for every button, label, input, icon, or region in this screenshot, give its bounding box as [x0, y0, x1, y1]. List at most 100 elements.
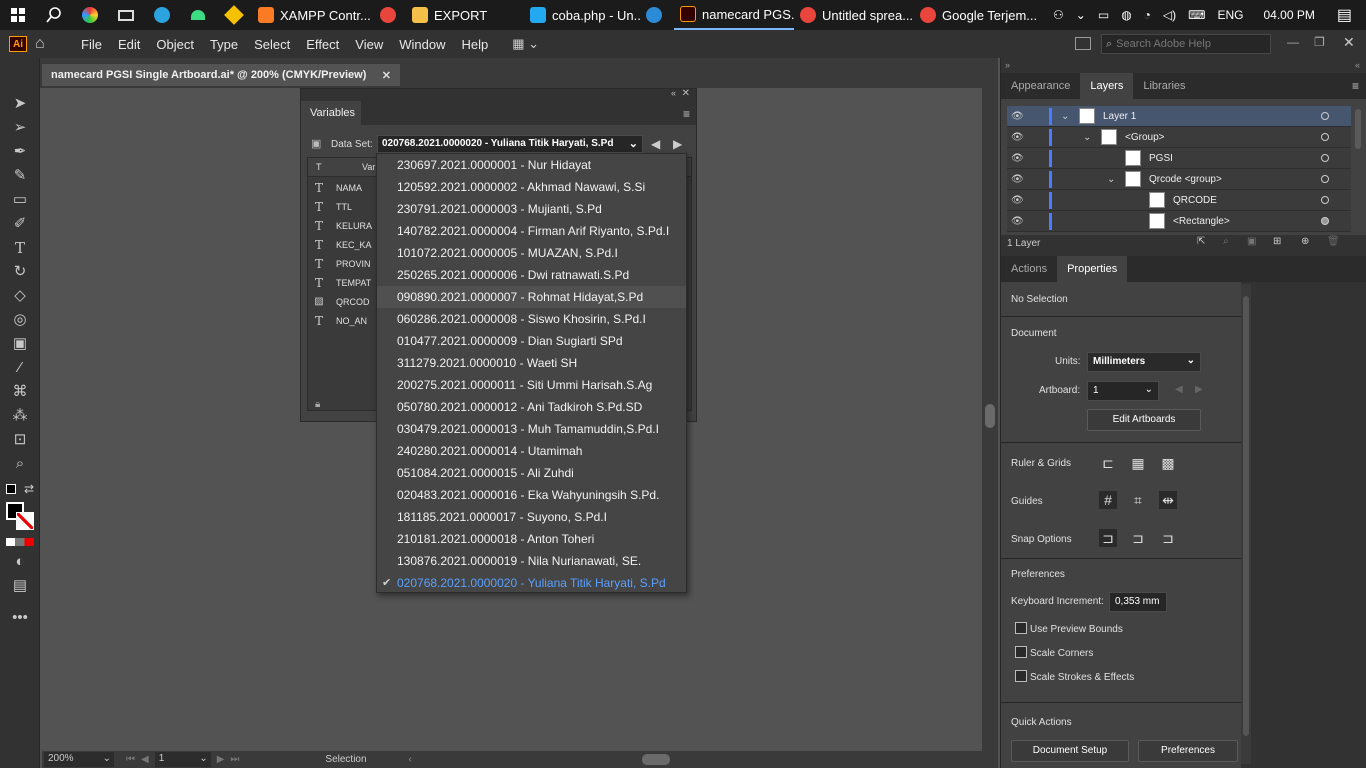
horizontal-scroll-thumb[interactable] [641, 754, 670, 765]
variable-row-kecamatan[interactable]: T KEC_KA [308, 235, 378, 254]
variable-row-kelurahan[interactable]: T KELURA [308, 216, 378, 235]
dataset-option-hovered[interactable]: 090890.2021.0000007 - Rohmat Hidayat,S.P… [377, 286, 686, 308]
scroll-thumb[interactable] [985, 404, 995, 428]
home-icon[interactable]: ⌂ [35, 36, 57, 52]
menu-type[interactable]: Type [202, 37, 246, 52]
visibility-eye-icon[interactable]: 👁︎ [1011, 195, 1024, 206]
new-layer-icon[interactable]: ⊕ [1301, 236, 1309, 247]
pen-tool-icon[interactable]: ✒ [10, 142, 30, 162]
use-preview-bounds-checkbox[interactable] [1015, 622, 1027, 634]
last-artboard-icon[interactable]: ⏭ [230, 754, 239, 765]
dataset-option[interactable]: 200275.2021.0000011 - Siti Ummi Harisah.… [377, 374, 686, 396]
variable-row-no-anggota[interactable]: T NO_AN [308, 311, 378, 330]
prev-artboard-icon[interactable]: ◀ [1175, 384, 1183, 395]
layer-row-group[interactable]: 👁︎ ⌄ <Group> [1007, 127, 1351, 148]
units-select[interactable]: Millimeters ⌄ [1087, 352, 1201, 372]
android-icon[interactable] [180, 0, 216, 30]
notification-icon[interactable]: ▤ [1337, 5, 1352, 25]
close-icon[interactable]: ✕ [1343, 34, 1355, 51]
target-circle-icon[interactable] [1321, 112, 1329, 120]
network-icon[interactable]: ◍ [1121, 8, 1131, 22]
locate-object-icon[interactable]: ⌕ [1223, 236, 1229, 247]
selection-tool-icon[interactable]: ➤ [10, 94, 30, 114]
type-column-header[interactable]: T [316, 162, 322, 172]
dataset-select[interactable]: 020768.2021.0000020 - Yuliana Titik Hary… [377, 135, 643, 153]
dataset-option[interactable]: 060286.2021.0000008 - Siswo Khosirin, S.… [377, 308, 686, 330]
snap-to-pixel-icon[interactable]: ⊐ [1129, 529, 1147, 547]
gradient-tool-icon[interactable]: ▣ [10, 334, 30, 354]
menu-help[interactable]: Help [453, 37, 496, 52]
first-artboard-icon[interactable]: ⏮ [126, 754, 135, 765]
scale-strokes-checkbox[interactable] [1015, 670, 1027, 682]
lock-icon[interactable]: 🔒︎ [315, 399, 320, 410]
menu-window[interactable]: Window [391, 37, 453, 52]
panel-menu-icon[interactable]: ≡ [1352, 79, 1359, 93]
color-app-icon[interactable] [72, 0, 108, 30]
capture-dataset-icon[interactable]: ▣ [311, 137, 321, 150]
help-search-input[interactable]: ⌕ Search Adobe Help [1101, 34, 1271, 54]
menu-edit[interactable]: Edit [110, 37, 148, 52]
artboard-number-select[interactable]: 1 ⌄ [154, 752, 211, 767]
export-icon[interactable]: ⇱ [1197, 236, 1205, 247]
workspace-switcher-icon[interactable]: ▦ ⌄ [512, 36, 539, 52]
taskbar-app-illustrator[interactable]: namecard PGS... [674, 0, 794, 30]
taskbar-app-xampp[interactable]: XAMPP Contr... [252, 0, 374, 30]
expand-arrow-icon[interactable]: ⌄ [1107, 174, 1115, 185]
clipping-mask-icon[interactable]: ▣ [1247, 236, 1256, 247]
visibility-eye-icon[interactable]: 👁︎ [1011, 111, 1024, 122]
screen-mode-icon[interactable]: ▤ [10, 576, 30, 596]
default-colors-icon[interactable] [6, 484, 16, 494]
visibility-eye-icon[interactable]: 👁︎ [1011, 132, 1024, 143]
variable-column-header[interactable]: Var [362, 162, 375, 172]
vertical-scrollbar[interactable] [982, 88, 998, 751]
taskbar-app-translate[interactable]: Google Terjem... [914, 0, 1038, 30]
layer-row-rectangle[interactable]: 👁︎ <Rectangle> [1007, 211, 1351, 232]
zoom-tool-icon[interactable]: ⌕ [10, 454, 30, 474]
dataset-option[interactable]: 250265.2021.0000006 - Dwi ratnawati.S.Pd [377, 264, 686, 286]
dataset-option[interactable]: 030479.2021.0000013 - Muh Tamamuddin,S.P… [377, 418, 686, 440]
close-panel-icon[interactable]: ✕ [682, 88, 690, 99]
guides-icon[interactable]: # [1099, 491, 1117, 509]
artboard-tool-icon[interactable]: ⊡ [10, 430, 30, 450]
prev-dataset-icon[interactable]: ◀ [651, 137, 660, 151]
collapse-panel-icon[interactable]: « [671, 88, 676, 98]
new-sublayer-icon[interactable]: ⊞ [1273, 236, 1281, 247]
restore-icon[interactable]: ❐ [1314, 35, 1325, 49]
zoom-select[interactable]: 200% ⌄ [44, 752, 114, 767]
layer-row-qrcode[interactable]: 👁︎ QRCODE [1007, 190, 1351, 211]
color-mode-icons[interactable] [6, 538, 34, 546]
target-circle-icon[interactable] [1321, 196, 1329, 204]
dataset-option[interactable]: 120592.2021.0000002 - Akhmad Nawawi, S.S… [377, 176, 686, 198]
close-tab-icon[interactable]: ✕ [382, 69, 391, 82]
variable-row-nama[interactable]: T NAMA [308, 178, 378, 197]
document-tab[interactable]: namecard PGSI Single Artboard.ai* @ 200%… [42, 64, 400, 86]
tray-chevron-icon[interactable]: ⌄ [1076, 8, 1086, 22]
gem-app-icon[interactable] [216, 0, 252, 30]
artboard-select[interactable]: 1 ⌄ [1087, 381, 1159, 401]
properties-scrollbar[interactable] [1241, 284, 1251, 764]
expand-arrow-icon[interactable]: ⌄ [1083, 132, 1091, 143]
curvature-tool-icon[interactable]: ✎ [10, 166, 30, 186]
eyedropper-tool-icon[interactable]: ⁄ [10, 358, 30, 378]
taskbar-app-sheets[interactable]: Untitled sprea... [794, 0, 914, 30]
dataset-option[interactable]: 210181.2021.0000018 - Anton Toheri [377, 528, 686, 550]
taskbar-app-edge[interactable] [640, 0, 674, 30]
dataset-option[interactable]: 230791.2021.0000003 - Mujianti, S.Pd [377, 198, 686, 220]
keyboard-increment-input[interactable]: 0,353 mm [1109, 592, 1167, 612]
lock-guides-icon[interactable]: ⇹ [1159, 491, 1177, 509]
warp-tool-icon[interactable]: ◎ [10, 310, 30, 330]
menu-file[interactable]: File [73, 37, 110, 52]
clock[interactable]: 04.00 PM [1264, 8, 1315, 22]
dataset-option[interactable]: 130876.2021.0000019 - Nila Nurianawati, … [377, 550, 686, 572]
smart-guides-icon[interactable]: ⌗ [1129, 491, 1147, 509]
snap-to-point-icon[interactable]: ⊐ [1099, 529, 1117, 547]
panel-toggle-icon[interactable] [1075, 37, 1091, 50]
more-tools-icon[interactable]: ••• [10, 608, 30, 628]
dataset-option[interactable]: 230697.2021.0000001 - Nur Hidayat [377, 154, 686, 176]
variable-row-tempat[interactable]: T TEMPAT [308, 273, 378, 292]
dataset-option[interactable]: 140782.2021.0000004 - Firman Arif Riyant… [377, 220, 686, 242]
taskbar-app-vscode[interactable]: coba.php - Un... [524, 0, 640, 30]
prev-artboard-icon[interactable]: ◀ [141, 754, 149, 765]
monitor-icon[interactable] [108, 0, 144, 30]
status-menu-icon[interactable]: ‹ [409, 754, 412, 765]
